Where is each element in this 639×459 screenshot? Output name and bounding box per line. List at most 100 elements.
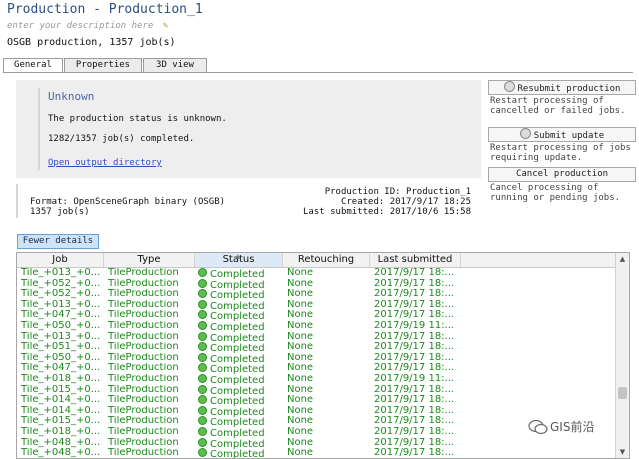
resubmit-production-button[interactable]: Resubmit production	[488, 80, 636, 95]
pencil-icon[interactable]: ✎	[163, 21, 168, 31]
table-row[interactable]: Tile_+018_+0... TileProduction Completed No…	[17, 373, 615, 386]
type-cell-text: TileProduction	[108, 384, 179, 395]
last-submitted-cell-text: 2017/9/17 18:...	[374, 310, 455, 321]
retouching-cell: None	[287, 321, 369, 332]
completed-status-icon	[198, 320, 207, 330]
retouching-cell-text: None	[287, 299, 314, 310]
column-header-job[interactable]: Job	[17, 253, 104, 267]
table-row[interactable]: Tile_+014_+0... TileProduction Completed No…	[17, 395, 615, 407]
table-row[interactable]: Tile_+014_+0... TileProduction Completed No…	[17, 405, 615, 418]
open-output-directory-link[interactable]: Open output directory	[48, 158, 162, 168]
job-cell-text: Tile_+018_+0...	[21, 373, 101, 384]
table-row[interactable]: Tile_+018_+0... TileProduction Completed No…	[17, 426, 615, 439]
job-cell: Tile_+018_+0...	[21, 427, 103, 438]
completed-status-icon	[198, 342, 207, 352]
retouching-cell: None	[287, 374, 369, 385]
type-cell: TileProduction	[108, 374, 194, 385]
job-cell: Tile_+015_+0...	[21, 416, 103, 427]
column-header-retouching[interactable]: Retouching	[283, 253, 370, 267]
retouching-cell: None	[287, 353, 369, 364]
type-cell: TileProduction	[108, 289, 194, 300]
last-submitted-cell: 2017/9/17 18:...	[374, 385, 462, 396]
table-row[interactable]: Tile_+013_+0... TileProduction Completed No…	[17, 299, 615, 312]
type-cell-text: TileProduction	[108, 352, 179, 363]
vertical-scrollbar[interactable]: ▲ ▼	[615, 253, 629, 458]
scroll-down-icon[interactable]: ▼	[616, 446, 629, 458]
type-cell: TileProduction	[108, 416, 194, 427]
update-icon	[519, 128, 531, 139]
job-cell: Tile_+048_+0...	[21, 448, 103, 458]
table-row[interactable]: Tile_+052_+0... TileProduction Completed No…	[17, 289, 615, 301]
tab-general[interactable]: General	[3, 58, 63, 73]
type-cell-text: TileProduction	[108, 395, 179, 406]
last-submitted-cell-text: 2017/9/17 18:...	[374, 268, 455, 278]
description-field[interactable]: enter your description here ✎	[7, 21, 168, 31]
retouching-cell: None	[287, 406, 369, 417]
table-row[interactable]: Tile_+013_+0... TileProduction Completed No…	[17, 268, 615, 280]
job-cell-text: Tile_+015_+0...	[21, 416, 101, 427]
info-divider	[16, 184, 18, 218]
table-row[interactable]: Tile_+047_+0... TileProduction Completed No…	[17, 363, 615, 375]
scroll-thumb[interactable]	[618, 387, 627, 399]
job-cell-text: Tile_+048_+0...	[21, 437, 101, 448]
table-row[interactable]: Tile_+048_+0... TileProduction Completed No…	[17, 437, 615, 449]
table-row[interactable]: Tile_+015_+0... TileProduction Completed No…	[17, 384, 615, 396]
type-cell: TileProduction	[108, 279, 194, 290]
table-row[interactable]: Tile_+051_+0... TileProduction Completed No…	[17, 342, 615, 354]
type-cell-text: TileProduction	[108, 416, 179, 427]
last-submitted-cell: 2017/9/17 18:...	[374, 268, 462, 279]
status-accent-bar	[38, 88, 40, 170]
last-submitted-cell: 2017/9/19 11:...	[374, 374, 462, 385]
table-row[interactable]: Tile_+013_+0... TileProduction Completed No…	[17, 331, 615, 343]
column-header-type[interactable]: Type	[104, 253, 195, 267]
completed-status-icon	[198, 426, 207, 436]
fewer-details-button[interactable]: Fewer details	[17, 234, 99, 249]
last-submitted-cell: 2017/9/17 18:...	[374, 353, 462, 364]
retouching-cell: None	[287, 363, 369, 374]
tab-properties[interactable]: Properties	[64, 58, 142, 72]
table-row[interactable]: Tile_+047_+0... TileProduction Completed No…	[17, 310, 615, 322]
job-cell: Tile_+013_+0...	[21, 300, 103, 311]
type-cell-text: TileProduction	[108, 437, 179, 448]
retouching-cell-text: None	[287, 268, 314, 278]
table-row[interactable]: Tile_+052_+0... TileProduction Completed No…	[17, 278, 615, 290]
job-cell: Tile_+050_+0...	[21, 353, 103, 364]
scroll-up-icon[interactable]: ▲	[616, 253, 629, 265]
completed-status-icon	[198, 448, 207, 458]
completed-status-icon	[198, 437, 207, 447]
last-submitted-cell: 2017/9/17 18:...	[374, 300, 462, 311]
job-cell-text: Tile_+050_+0...	[21, 352, 101, 363]
format-label: Format: OpenSceneGraph binary (OSGB)	[30, 197, 226, 207]
table-row[interactable]: Tile_+050_+0... TileProduction Completed No…	[17, 320, 615, 333]
completed-status-icon	[198, 331, 207, 341]
job-cell: Tile_+014_+0...	[21, 395, 103, 406]
type-cell: TileProduction	[108, 321, 194, 332]
column-header-status[interactable]: ▲ Status	[195, 253, 283, 267]
type-cell: TileProduction	[108, 363, 194, 374]
table-body: Tile_+013_+0... TileProduction Completed No…	[17, 268, 615, 458]
submit-update-button[interactable]: Submit update	[488, 127, 636, 142]
table-row[interactable]: Tile_+048_+0... TileProduction Completed No…	[17, 448, 615, 458]
cancel-production-desc: Cancel processing of running or pending …	[490, 183, 621, 203]
job-cell: Tile_+047_+0...	[21, 310, 103, 321]
cancel-production-label: Cancel production	[515, 169, 609, 179]
last-submitted-cell: 2017/9/17 18:...	[374, 363, 462, 374]
last-submitted-cell-text: 2017/9/17 18:...	[374, 426, 455, 437]
completed-status-icon	[198, 373, 207, 383]
retouching-cell-text: None	[287, 395, 314, 406]
column-header-last-submitted[interactable]: Last submitted	[370, 253, 461, 267]
job-cell-text: Tile_+013_+0...	[21, 331, 101, 342]
cancel-production-button[interactable]: Cancel production	[488, 167, 636, 182]
tab-3d-view[interactable]: 3D view	[143, 58, 207, 72]
job-cell-text: Tile_+047_+0...	[21, 363, 101, 374]
retouching-cell-text: None	[287, 373, 314, 384]
job-cell: Tile_+052_+0...	[21, 279, 103, 290]
last-submitted-cell: 2017/9/17 18:...	[374, 448, 462, 458]
last-submitted-cell: 2017/9/17 18:...	[374, 427, 462, 438]
table-row[interactable]: Tile_+015_+0... TileProduction Completed No…	[17, 416, 615, 428]
retouching-cell-text: None	[287, 426, 314, 437]
last-submitted-cell: 2017/9/17 18:...	[374, 310, 462, 321]
type-cell: TileProduction	[108, 268, 194, 279]
table-row[interactable]: Tile_+050_+0... TileProduction Completed No…	[17, 352, 615, 365]
retouching-cell: None	[287, 395, 369, 406]
